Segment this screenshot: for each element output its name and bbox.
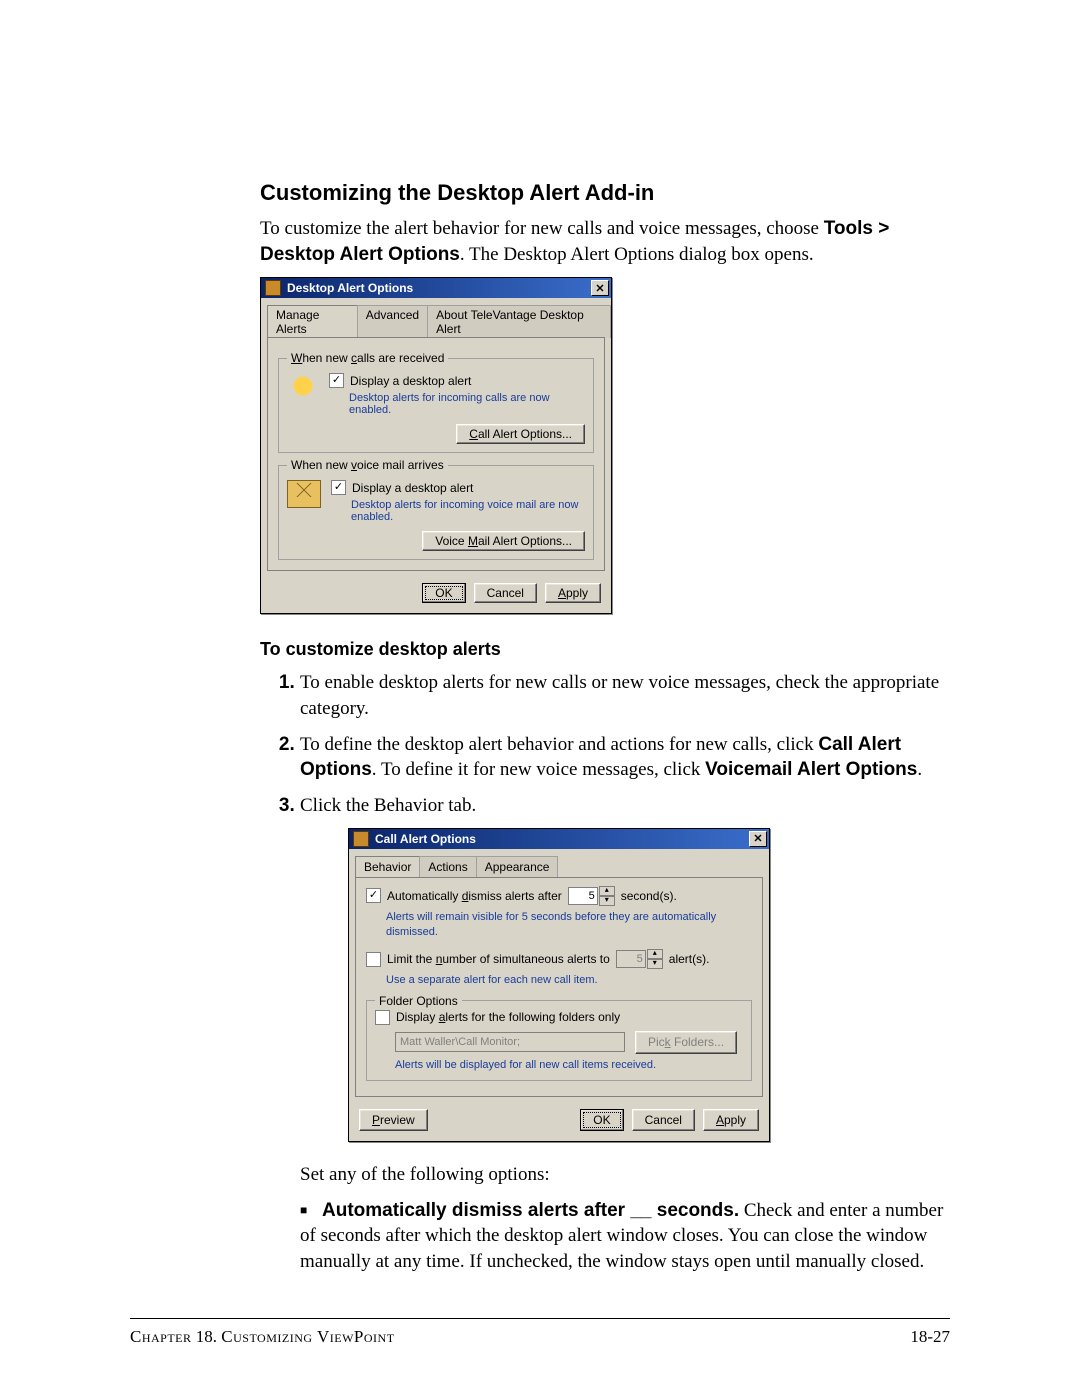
after-figure-text: Set any of the following options: <box>300 1162 950 1188</box>
checkbox-label: Display a desktop alert <box>350 374 471 388</box>
limit-spinner[interactable]: ▴▾ <box>616 949 663 969</box>
checkbox-icon: ✓ <box>366 888 381 903</box>
window-title: Desktop Alert Options <box>287 281 413 295</box>
intro-pre: To customize the alert behavior for new … <box>260 218 824 239</box>
step-1: To enable desktop alerts for new calls o… <box>300 670 950 721</box>
tab-about[interactable]: About TeleVantage Desktop Alert <box>427 305 611 338</box>
preview-button[interactable]: Preview <box>359 1109 428 1131</box>
envelope-icon <box>287 480 321 508</box>
limit-alerts-checkbox[interactable]: Limit the number of simultaneous alerts … <box>366 949 752 969</box>
checkbox-icon <box>366 952 381 967</box>
tab-strip: Manage Alerts Advanced About TeleVantage… <box>267 304 611 337</box>
step-3: Click the Behavior tab. Call Alert Optio… <box>300 793 950 1275</box>
page-number: 18-27 <box>910 1327 950 1347</box>
limit-value <box>616 950 646 968</box>
dialog-buttons: Preview OK Cancel Apply <box>349 1103 769 1141</box>
cancel-button[interactable]: Cancel <box>632 1109 695 1131</box>
group-legend: Folder Options <box>375 993 462 1009</box>
auto-dismiss-checkbox[interactable]: ✓ Automatically dismiss alerts after ▴▾ … <box>366 886 752 906</box>
group-legend: When new voice mail arrives <box>287 458 448 472</box>
tab-panel: When new calls are received ✓ Display a … <box>267 337 605 571</box>
page-footer: Chapter 18. Customizing ViewPoint 18-27 <box>130 1327 950 1347</box>
spin-buttons: ▴▾ <box>647 949 663 969</box>
apply-button[interactable]: Apply <box>703 1109 759 1131</box>
hint-text: Alerts will be displayed for all new cal… <box>395 1058 743 1073</box>
display-call-alert-checkbox[interactable]: ✓ Display a desktop alert <box>329 373 585 388</box>
page: Customizing the Desktop Alert Add-in To … <box>0 0 1080 1397</box>
tab-actions[interactable]: Actions <box>419 856 476 877</box>
hint-text: Desktop alerts for incoming voice mail a… <box>351 499 585 523</box>
bullet-bold: Automatically dismiss alerts after __ se… <box>322 1200 739 1221</box>
section-heading: Customizing the Desktop Alert Add-in <box>260 180 950 206</box>
sun-icon <box>287 373 319 399</box>
intro-paragraph: To customize the alert behavior for new … <box>260 216 950 267</box>
subheading: To customize desktop alerts <box>260 639 950 660</box>
titlebar: Call Alert Options ✕ <box>349 829 769 849</box>
tab-panel: ✓ Automatically dismiss alerts after ▴▾ … <box>355 877 763 1097</box>
tab-manage-alerts[interactable]: Manage Alerts <box>267 305 358 338</box>
checkbox-label: Display a desktop alert <box>352 481 473 495</box>
checkbox-icon: ✓ <box>329 373 344 388</box>
auto-dismiss-spinner[interactable]: ▴▾ <box>568 886 615 906</box>
unit-label: second(s). <box>621 888 677 904</box>
apply-button[interactable]: Apply <box>545 583 601 603</box>
intro-post: . The Desktop Alert Options dialog box o… <box>460 244 814 265</box>
tab-strip: Behavior Actions Appearance <box>355 855 769 876</box>
close-button[interactable]: ✕ <box>591 280 609 296</box>
tab-appearance[interactable]: Appearance <box>476 856 559 877</box>
footer-rule <box>130 1318 950 1319</box>
desktop-alert-options-dialog: Desktop Alert Options ✕ Manage Alerts Ad… <box>260 277 612 614</box>
footer-chapter: Chapter 18. Customizing ViewPoint <box>130 1327 395 1347</box>
close-button[interactable]: ✕ <box>749 831 767 847</box>
tab-behavior[interactable]: Behavior <box>355 856 420 877</box>
close-icon: ✕ <box>753 832 762 847</box>
ok-button[interactable]: OK <box>580 1109 623 1131</box>
app-icon <box>353 831 369 847</box>
hint-text: Desktop alerts for incoming calls are no… <box>349 392 585 416</box>
bullet-item: ■ Automatically dismiss alerts after __ … <box>300 1198 950 1275</box>
call-alert-options-button[interactable]: Call Alert Options... <box>456 424 585 444</box>
bullet-square-icon: ■ <box>300 1203 307 1217</box>
titlebar: Desktop Alert Options ✕ <box>261 278 611 298</box>
vm-alert-options-button[interactable]: Voice Mail Alert Options... <box>422 531 585 551</box>
spin-buttons[interactable]: ▴▾ <box>599 886 615 906</box>
group-new-voicemail: When new voice mail arrives ✓ Display a … <box>278 465 594 560</box>
auto-dismiss-value[interactable] <box>568 887 598 905</box>
folders-only-checkbox[interactable]: Display alerts for the following folders… <box>375 1009 743 1025</box>
dialog-buttons: OK Cancel Apply <box>261 577 611 613</box>
checkbox-icon <box>375 1010 390 1025</box>
checkbox-icon: ✓ <box>331 480 346 495</box>
group-folder-options: Folder Options Display alerts for the fo… <box>366 1000 752 1081</box>
group-new-calls: When new calls are received ✓ Display a … <box>278 358 594 453</box>
ok-button[interactable]: OK <box>422 583 465 603</box>
window-title: Call Alert Options <box>375 831 476 847</box>
pick-folders-button: Pick Folders... <box>635 1031 737 1053</box>
display-vm-alert-checkbox[interactable]: ✓ Display a desktop alert <box>331 480 585 495</box>
content-area: Customizing the Desktop Alert Add-in To … <box>260 180 950 1274</box>
app-icon <box>265 280 281 296</box>
group-legend: When new calls are received <box>287 351 448 365</box>
cancel-button[interactable]: Cancel <box>474 583 537 603</box>
step-2: To define the desktop alert behavior and… <box>300 732 950 783</box>
close-icon: ✕ <box>595 282 604 295</box>
call-alert-options-dialog: Call Alert Options ✕ Behavior Actions Ap… <box>348 828 770 1141</box>
tab-advanced[interactable]: Advanced <box>357 305 428 338</box>
hint-text: Alerts will remain visible for 5 seconds… <box>386 910 752 940</box>
unit-label: alert(s). <box>669 951 710 967</box>
folders-field <box>395 1032 625 1052</box>
steps-list: To enable desktop alerts for new calls o… <box>300 670 950 1274</box>
hint-text: Use a separate alert for each new call i… <box>386 973 752 988</box>
